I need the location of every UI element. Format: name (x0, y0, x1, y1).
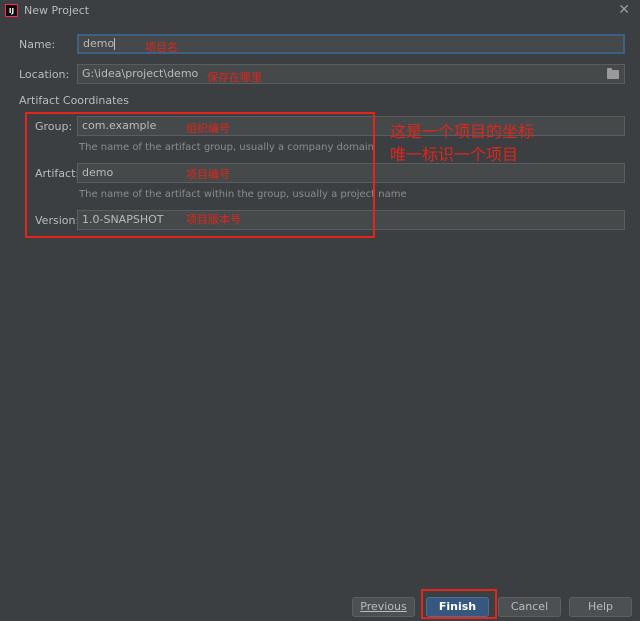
name-label: Name: (19, 38, 56, 51)
location-input[interactable]: G:\idea\project\demo (77, 64, 625, 84)
browse-folder-icon[interactable] (607, 68, 619, 79)
coordinates-highlight-box (25, 112, 375, 238)
coordinates-annotation-line2: 唯一标识一个项目 (390, 145, 519, 164)
location-label: Location: (19, 68, 70, 81)
coordinates-annotation-line1: 这是一个项目的坐标 (390, 122, 535, 141)
previous-button[interactable]: Previous (352, 597, 415, 617)
artifact-coordinates-heading: Artifact Coordinates (19, 94, 129, 107)
help-button-label: Help (587, 600, 614, 613)
location-annotation: 保存在哪里 (207, 71, 262, 84)
close-icon[interactable]: ✕ (618, 2, 630, 18)
name-input-value: demo (83, 37, 115, 50)
text-caret (114, 38, 116, 50)
window-title: New Project (24, 4, 90, 17)
name-annotation: 项目名 (145, 41, 178, 54)
finish-highlight-box (421, 589, 497, 619)
previous-button-label: Previous (360, 600, 407, 613)
cancel-button[interactable]: Cancel (498, 597, 561, 617)
cancel-button-label: Cancel (510, 600, 549, 613)
help-button[interactable]: Help (569, 597, 632, 617)
intellij-app-icon: IJ (5, 4, 18, 17)
title-bar: IJ New Project ✕ (0, 0, 640, 22)
location-input-value: G:\idea\project\demo (82, 67, 199, 80)
